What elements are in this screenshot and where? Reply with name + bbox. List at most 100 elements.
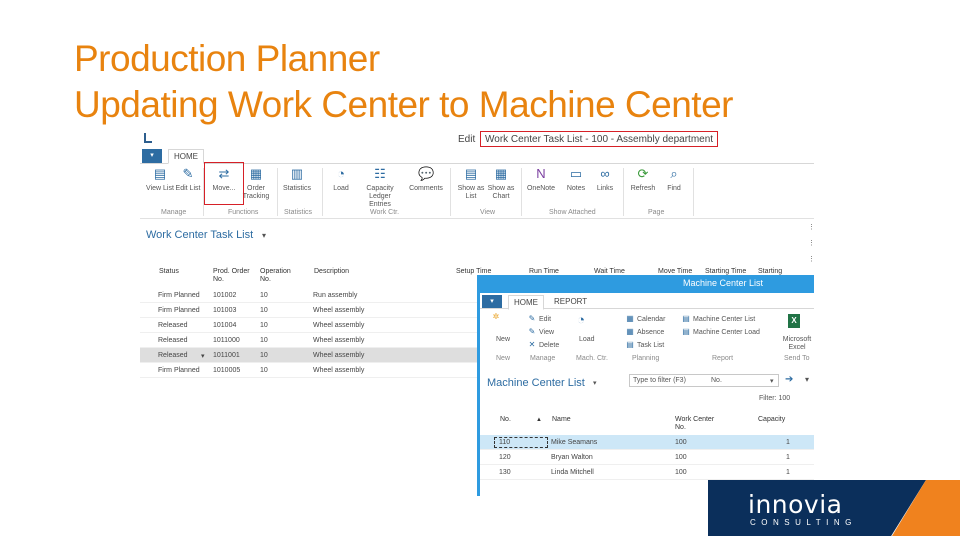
table-row[interactable]: 120 Bryan Walton 100 1 xyxy=(480,450,814,465)
links-button[interactable]: ∞ Links xyxy=(590,166,620,193)
filter-input[interactable]: Type to filter (F3) No. ▾ xyxy=(629,374,779,387)
app-menu-button[interactable]: ▾ xyxy=(142,149,162,163)
machine-center-list-report-button[interactable]: ▤ Machine Center List xyxy=(681,314,755,323)
chevron-down-icon[interactable]: ▾ xyxy=(201,352,205,360)
column-header-operation-no[interactable]: Operation No. xyxy=(260,268,300,284)
column-header-no[interactable]: No. xyxy=(500,416,511,424)
group-label-report: Report xyxy=(712,355,734,362)
edit-button[interactable]: ✎ Edit xyxy=(527,314,551,323)
more-options-icon[interactable]: ⋮ xyxy=(808,255,814,263)
new-icon: ✲ xyxy=(492,312,500,321)
group-label-work-ctr: Work Ctr. xyxy=(370,209,400,216)
task-list-button[interactable]: ▤ Task List xyxy=(625,340,664,349)
slide-subtitle: Updating Work Center to Machine Center xyxy=(74,84,733,125)
tab-home[interactable]: HOME xyxy=(508,295,544,310)
statistics-icon: ▥ xyxy=(290,166,304,181)
filter-field-select[interactable]: No. xyxy=(711,377,722,384)
new-button[interactable]: ✲ xyxy=(491,312,503,321)
logo-subtitle: CONSULTING xyxy=(750,518,857,527)
sort-ascending-icon: ▲ xyxy=(536,417,542,423)
show-as-list-button[interactable]: ▤ Show as List xyxy=(456,166,486,201)
window-title: Work Center Task List - 100 - Assembly d… xyxy=(480,131,719,147)
load-button[interactable]: ◔ Load xyxy=(326,166,356,193)
report-icon: ▤ xyxy=(682,314,690,323)
edit-icon: ✎ xyxy=(528,314,536,323)
report-icon: ▤ xyxy=(682,327,690,336)
view-button[interactable]: ✎ View xyxy=(527,327,554,336)
column-header-work-center-no[interactable]: Work Center No. xyxy=(675,416,715,432)
excel-button[interactable]: X xyxy=(788,314,802,328)
order-tracking-icon: ▦ xyxy=(249,166,263,181)
chevron-down-icon[interactable]: ▾ xyxy=(262,231,266,240)
innovia-consulting-logo: innovia CONSULTING xyxy=(708,480,960,536)
tab-home[interactable]: HOME xyxy=(168,149,204,164)
view-list-button[interactable]: ▤ View List xyxy=(145,166,175,193)
more-options-icon[interactable]: ⋮ xyxy=(808,239,814,247)
group-label-manage: Manage xyxy=(161,209,187,216)
logo-wordmark: innovia xyxy=(748,490,843,519)
table-row[interactable]: Released 1011000 10 Wheel assembly xyxy=(140,333,480,348)
more-options-icon[interactable]: ⋮ xyxy=(808,223,814,231)
chevron-down-icon[interactable]: ▾ xyxy=(770,377,774,385)
order-tracking-button[interactable]: ▦ Order Tracking xyxy=(241,166,271,201)
capacity-ledger-entries-button[interactable]: ☷ Capacity Ledger Entries xyxy=(358,166,402,209)
delete-icon: ✕ xyxy=(528,340,536,349)
table-row[interactable]: Firm Planned 1010005 10 Wheel assembly xyxy=(140,363,480,378)
capacity-ledger-icon: ☷ xyxy=(374,166,386,181)
edit-list-button[interactable]: ✎ Edit List xyxy=(173,166,203,193)
page-title: Work Center Task List xyxy=(146,229,254,241)
onenote-button[interactable]: N OneNote xyxy=(526,166,556,193)
window-titlebar: Machine Center List xyxy=(480,275,814,293)
page-title: Machine Center List xyxy=(487,377,585,389)
filter-placeholder: Type to filter (F3) xyxy=(633,377,686,384)
tab-report[interactable]: REPORT xyxy=(554,295,587,310)
absence-icon: ▦ xyxy=(626,327,634,336)
chevron-down-icon[interactable]: ▾ xyxy=(805,375,809,384)
view-list-icon: ▤ xyxy=(153,166,167,181)
divider xyxy=(322,168,323,216)
absence-button[interactable]: ▦ Absence xyxy=(625,327,664,336)
statistics-button[interactable]: ▥ Statistics xyxy=(282,166,312,193)
table-row[interactable]: Firm Planned 101002 10 Run assembly xyxy=(140,288,480,303)
divider xyxy=(623,168,624,216)
show-chart-icon: ▦ xyxy=(494,166,508,181)
excel-label: Microsoft Excel xyxy=(782,336,812,351)
column-header-status[interactable]: Status xyxy=(159,268,179,276)
refresh-icon: ⟳ xyxy=(637,166,649,181)
table-row-selected[interactable]: Released ▾ 1011001 10 Wheel assembly xyxy=(140,348,480,363)
divider xyxy=(693,168,694,216)
table-row[interactable]: Released 101004 10 Wheel assembly xyxy=(140,318,480,333)
window-title: Machine Center List xyxy=(683,278,764,288)
show-as-chart-button[interactable]: ▦ Show as Chart xyxy=(486,166,516,201)
comments-button[interactable]: 💬 Comments xyxy=(408,166,444,193)
load-label: Load xyxy=(579,336,595,343)
column-header-description[interactable]: Description xyxy=(314,268,349,276)
group-label-view: View xyxy=(480,209,496,216)
refresh-button[interactable]: ⟳ Refresh xyxy=(628,166,658,193)
onenote-icon: N xyxy=(536,166,546,181)
app-icon xyxy=(144,133,152,143)
apply-filter-icon[interactable]: ➔ xyxy=(785,374,793,385)
delete-button[interactable]: ✕ Delete xyxy=(527,340,560,349)
column-header-capacity[interactable]: Capacity xyxy=(758,416,785,424)
find-button[interactable]: ⌕ Find xyxy=(659,166,689,193)
calendar-icon: ▦ xyxy=(626,314,634,323)
window-titlebar: Edit Work Center Task List - 100 - Assem… xyxy=(140,131,814,147)
ribbon-tabs: ▾ HOME REPORT xyxy=(480,294,814,310)
app-menu-button[interactable]: ▾ xyxy=(482,295,502,308)
machine-center-load-report-button[interactable]: ▤ Machine Center Load xyxy=(681,327,760,336)
load-icon: ◔ xyxy=(577,312,585,327)
load-button[interactable]: ◔ xyxy=(576,312,588,327)
view-icon: ✎ xyxy=(528,327,536,336)
chevron-down-icon[interactable]: ▾ xyxy=(593,379,597,387)
calendar-button[interactable]: ▦ Calendar xyxy=(625,314,665,323)
find-icon: ⌕ xyxy=(670,166,678,181)
table-row[interactable]: 130 Linda Mitchell 100 1 xyxy=(480,465,814,480)
comments-icon: 💬 xyxy=(418,166,435,181)
table-row-selected[interactable]: 110 Mike Seamans 100 1 xyxy=(480,435,814,450)
notes-button[interactable]: ▭ Notes xyxy=(561,166,591,193)
machine-center-list-window: Machine Center List ▾ HOME REPORT ✲ New … xyxy=(477,275,814,496)
column-header-prod-order-no[interactable]: Prod. Order No. xyxy=(213,268,257,284)
table-row[interactable]: Firm Planned 101003 10 Wheel assembly xyxy=(140,303,480,318)
column-header-name[interactable]: Name xyxy=(552,416,571,424)
